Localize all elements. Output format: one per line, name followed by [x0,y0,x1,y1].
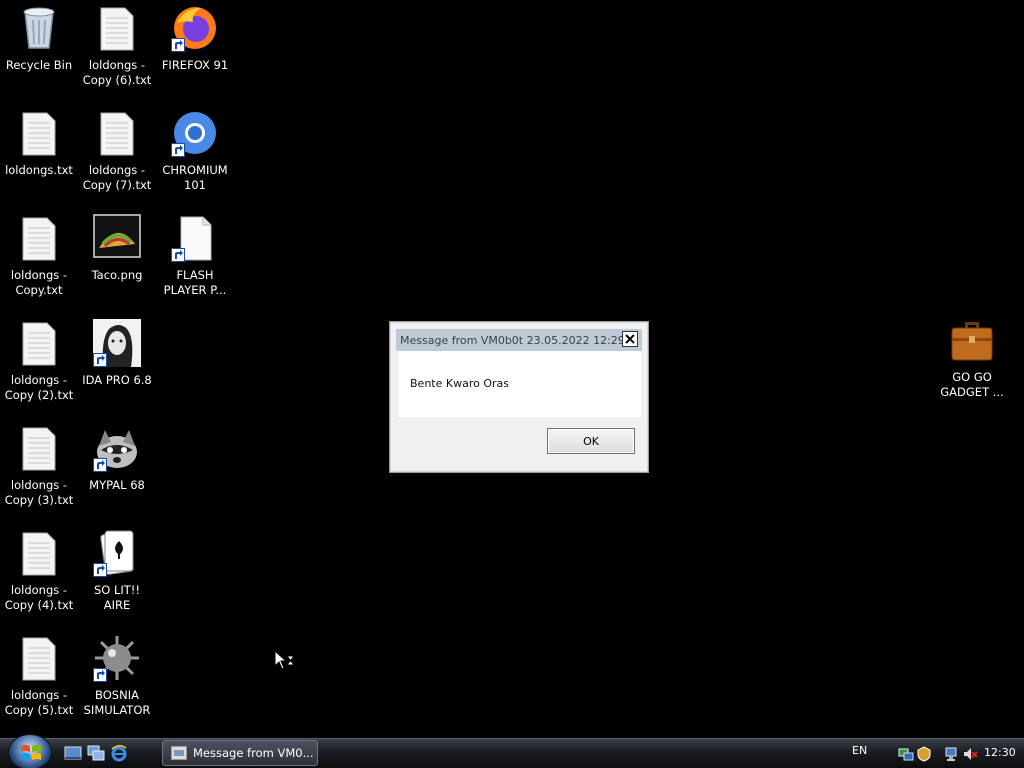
text-file-icon [15,214,63,262]
desktop-icon-solitaire[interactable]: SO LIT!! AIRE [79,529,155,613]
icon-label: FLASH PLAYER P... [163,268,227,297]
icon-label: Taco.png [91,268,143,282]
solitaire-icon [93,529,141,577]
shortcut-arrow-icon [93,668,107,682]
start-button[interactable] [8,734,52,768]
desktop-icon-mypal[interactable]: MYPAL 68 [79,424,155,493]
text-file-icon [15,634,63,682]
dialog-content: Bente Kwaro Oras [398,351,641,417]
dialog-title: Message from VM0b0t 23.05.2022 12:29 [400,333,625,347]
icon-label: GO GO GADGET ... [940,370,1004,399]
desktop-icon-flash-player[interactable]: FLASH PLAYER P... [157,214,233,298]
mypal-icon [93,424,141,472]
text-file-icon [15,424,63,472]
chromium-icon [171,109,219,157]
shortcut-arrow-icon [171,248,185,262]
icon-label: MYPAL 68 [89,478,145,492]
desktop-icon-chromium[interactable]: CHROMIUM 101 [157,109,233,193]
taskbar-button-label: Message from VM0... [193,746,314,760]
taskbar [0,738,1024,768]
close-icon [625,334,635,344]
dialog-message: Bente Kwaro Oras [410,377,509,390]
desktop-icon-loldongs-copy-4[interactable]: loldongs - Copy (4).txt [1,529,77,613]
icon-label: SO LIT!! AIRE [93,583,141,612]
shortcut-arrow-icon [93,563,107,577]
minesweeper-icon [93,634,141,682]
desktop-icon-ida-pro[interactable]: IDA PRO 6.8 [79,319,155,388]
icon-label: Recycle Bin [5,58,73,72]
icon-label: loldongs - Copy (3).txt [4,478,74,507]
clock[interactable]: 12:30 [984,746,1016,759]
shortcut-arrow-icon [171,143,185,157]
network-connection-icon[interactable] [944,746,960,762]
windows-logo-icon [21,745,41,760]
desktop-icon-loldongs-copy-5[interactable]: loldongs - Copy (5).txt [1,634,77,718]
ok-button[interactable]: OK [547,428,635,454]
text-file-icon [93,109,141,157]
ida-pro-icon [93,319,141,367]
desktop-icon-loldongs-copy[interactable]: loldongs - Copy.txt [1,214,77,298]
language-indicator[interactable]: EN [852,744,867,757]
file-shortcut-icon [171,214,219,262]
shortcut-arrow-icon [171,38,185,52]
desktop-icon-bosnia-simulator[interactable]: BOSNIA SIMULATOR [79,634,155,718]
icon-label: BOSNIA SIMULATOR [83,688,151,717]
desktop-icon-recycle-bin[interactable]: Recycle Bin [1,4,77,73]
text-file-icon [15,319,63,367]
volume-muted-icon[interactable] [962,746,978,762]
text-file-icon [15,109,63,157]
text-file-icon [15,529,63,577]
switch-windows-icon[interactable] [87,744,105,762]
icon-label: loldongs - Copy.txt [10,268,68,297]
show-desktop-icon[interactable] [64,744,82,762]
icon-label: CHROMIUM 101 [162,163,228,192]
recycle-bin-icon [15,4,63,52]
icon-label: loldongs - Copy (4).txt [4,583,74,612]
icon-label: loldongs - Copy (6).txt [82,58,152,87]
desktop-icon-loldongs-copy-7[interactable]: loldongs - Copy (7).txt [79,109,155,193]
security-center-icon[interactable] [916,746,932,762]
busy-cursor-icon [274,649,296,676]
briefcase-icon [948,316,996,364]
desktop-icon-loldongs-copy-6[interactable]: loldongs - Copy (6).txt [79,4,155,88]
firefox-icon [171,4,219,52]
close-button[interactable] [622,331,638,347]
window-icon [171,746,187,760]
desktop-icon-go-go-gadget[interactable]: GO GO GADGET ... [934,316,1010,400]
desktop-icon-firefox[interactable]: FIREFOX 91 [157,4,233,73]
icon-label: loldongs - Copy (7).txt [82,163,152,192]
internet-explorer-icon[interactable] [110,744,128,762]
icon-label: loldongs.txt [5,163,73,177]
desktop-icon-loldongs-copy-3[interactable]: loldongs - Copy (3).txt [1,424,77,508]
shortcut-arrow-icon [93,458,107,472]
text-file-icon [93,4,141,52]
dialog-titlebar[interactable]: Message from VM0b0t 23.05.2022 12:29 [396,329,642,351]
icon-label: FIREFOX 91 [161,58,229,72]
desktop-icon-loldongs-copy-2[interactable]: loldongs - Copy (2).txt [1,319,77,403]
taskbar-button-message-dialog[interactable]: Message from VM0... [162,740,318,766]
image-file-icon [93,214,141,262]
icon-label: IDA PRO 6.8 [82,373,152,387]
shortcut-arrow-icon [93,353,107,367]
desktop-icon-loldongs[interactable]: loldongs.txt [1,109,77,178]
icon-label: loldongs - Copy (5).txt [4,688,74,717]
icon-label: loldongs - Copy (2).txt [4,373,74,402]
message-dialog: Message from VM0b0t 23.05.2022 12:29 Ben… [389,321,649,473]
network-icon[interactable] [898,746,914,762]
desktop-icon-taco[interactable]: Taco.png [79,214,155,283]
